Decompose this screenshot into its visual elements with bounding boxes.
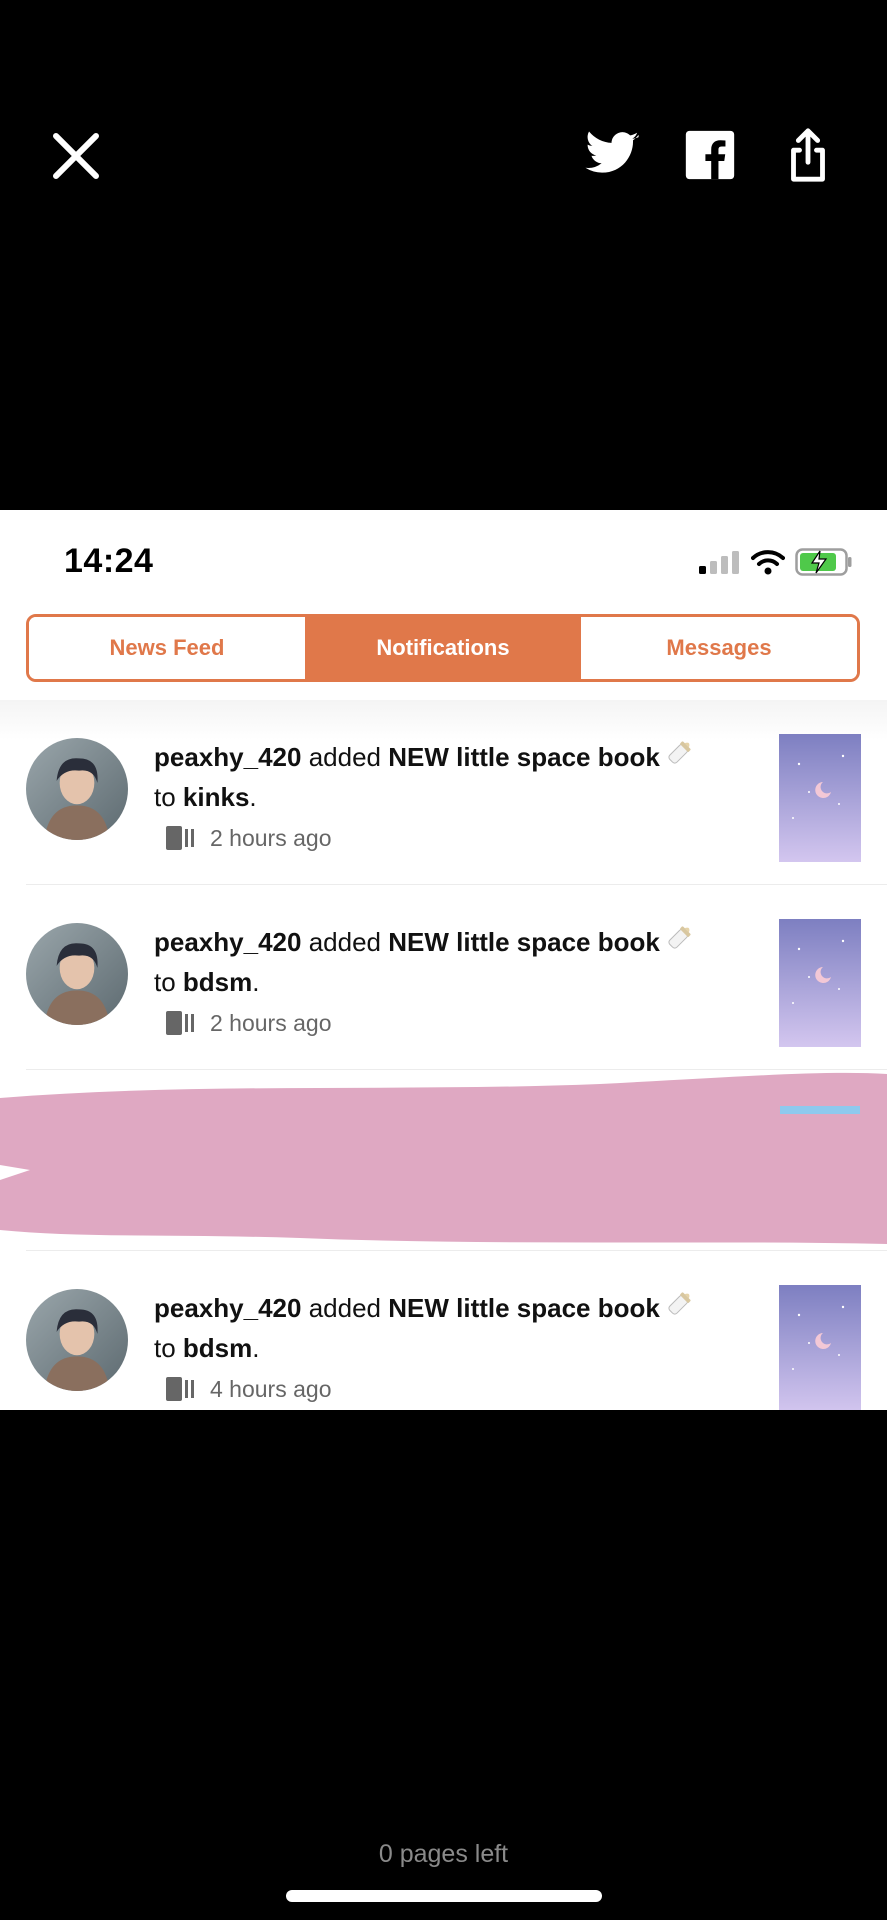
reading-list-icon [166,1011,194,1035]
redacted-item [0,1070,887,1250]
wifi-icon [751,550,785,575]
list-item[interactable]: peaxhy_420 added NEW little space book t… [26,885,887,1070]
story-cover[interactable] [779,1285,861,1410]
notification-meta: 4 hours ago [164,1375,331,1403]
reading-list-icon [166,826,194,850]
action-text: added [308,742,381,772]
username-link[interactable]: peaxhy_420 [154,742,301,772]
timestamp: 2 hours ago [210,824,332,851]
action-text: added [308,927,381,957]
story-title-link[interactable]: NEW little space book [388,1293,660,1323]
story-cover[interactable] [779,919,861,1047]
list-item[interactable]: peaxhy_420 added NEW little space book t… [26,1250,887,1410]
joiner-text: to [154,967,176,997]
notification-text: peaxhy_420 added NEW little space book t… [154,1287,714,1368]
joiner-text: to [154,782,176,812]
joiner-text: to [154,1333,176,1363]
list-item[interactable]: peaxhy_420 added NEW little space book t… [26,700,887,885]
pages-left-label: 0 pages left [378,1840,509,1868]
share-buttons [583,126,837,184]
signal-icon [699,551,739,574]
reading-list-link[interactable]: bdsm [183,1333,252,1363]
home-indicator[interactable] [286,1890,602,1902]
notification-meta: 2 hours ago [164,1009,331,1037]
reading-list-link[interactable]: kinks [183,782,250,812]
share-icon[interactable] [779,126,837,184]
battery-icon [795,548,852,576]
facebook-icon[interactable] [681,126,739,184]
baby-bottle-icon [668,741,691,764]
redaction-scribble [0,1072,887,1244]
baby-bottle-icon [668,1292,691,1315]
status-time: 14:24 [64,542,154,580]
tab-notifications[interactable]: Notifications [305,617,581,679]
close-icon[interactable] [48,128,104,184]
reading-list-icon [166,1377,194,1401]
status-icons [699,548,853,576]
notification-list: peaxhy_420 added NEW little space book t… [0,700,887,1410]
story-title-link[interactable]: NEW little space book [388,742,660,772]
avatar[interactable] [26,738,128,840]
notifications-screenshot: 14:24 News Feed Notifications Messages p… [0,510,887,1410]
status-bar: 14:24 [0,510,887,610]
timestamp: 4 hours ago [210,1375,332,1402]
username-link[interactable]: peaxhy_420 [154,927,301,957]
baby-bottle-icon [668,926,691,949]
story-title-link[interactable]: NEW little space book [388,927,660,957]
viewer-bottom-bar: 0 pages left [0,1410,887,1920]
notification-text: peaxhy_420 added NEW little space book t… [154,921,714,1002]
tab-bar: News Feed Notifications Messages [26,614,860,682]
timestamp: 2 hours ago [210,1009,332,1036]
twitter-icon[interactable] [583,126,641,184]
notification-meta: 2 hours ago [164,824,331,852]
username-link[interactable]: peaxhy_420 [154,1293,301,1323]
reading-list-link[interactable]: bdsm [183,967,252,997]
story-cover[interactable] [779,734,861,862]
action-text: added [308,1293,381,1323]
avatar[interactable] [26,1289,128,1391]
notification-text: peaxhy_420 added NEW little space book t… [154,736,714,817]
tab-news-feed[interactable]: News Feed [29,617,305,679]
avatar[interactable] [26,923,128,1025]
tab-messages[interactable]: Messages [581,617,857,679]
viewer-top-bar [0,0,887,510]
